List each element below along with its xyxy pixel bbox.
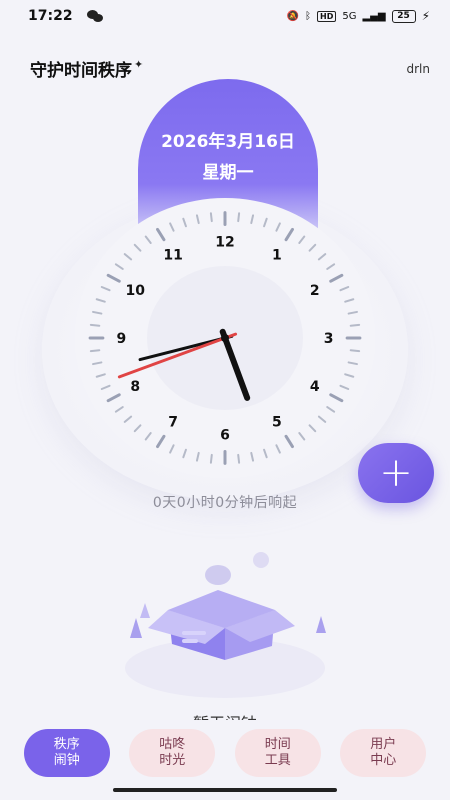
add-alarm-button[interactable]: + [358,443,434,503]
box-icon [125,552,326,698]
app-title: 守护时间秩序 ✦ [30,56,143,81]
battery-level: 25 [397,11,410,21]
clock-number: 6 [220,427,230,443]
mute-icon: 🔕 [286,10,300,22]
clock-minor-tick [209,212,213,223]
nav-time-moments[interactable]: 咕咚 时光 [129,729,216,777]
nav-time-tools[interactable]: 时间 工具 [234,729,321,777]
clock-minor-tick [349,323,361,327]
clock-number: 2 [310,283,320,299]
signal-icon: ▂▄▆ [362,10,386,22]
clock-number: 7 [168,414,178,430]
clock-minor-tick [349,349,361,353]
clock-number: 11 [163,248,182,264]
hd-icon: HD [317,10,337,22]
analog-clock: 12 1 2 3 4 5 6 7 8 9 10 11 [75,198,375,478]
wechat-notification-icon [86,9,103,23]
clock-minor-tick [237,212,241,223]
clock-number: 5 [272,414,282,430]
app-title-text: 守护时间秩序 [30,61,132,81]
sparkle-icon: ✦ [134,58,144,71]
current-date: 2026年3月16日 [161,132,295,152]
battery-icon: 25 [391,9,416,23]
user-name[interactable]: drln [407,62,431,76]
network-type: 5G [342,10,357,22]
nav-user-center[interactable]: 用户 中心 [340,729,427,777]
clock-number: 10 [125,283,145,299]
clock-number: 4 [310,379,320,395]
charging-icon: ⚡ [421,9,430,23]
bottom-nav: 秩序 闹钟 咕咚 时光 时间 工具 用户 中心 [0,720,450,786]
current-weekday: 星期一 [202,163,254,183]
clock-minor-tick [89,323,101,327]
home-indicator[interactable] [113,788,337,792]
clock-svg: 121234567891011 [75,198,375,478]
bluetooth-icon: ᛒ [305,10,312,22]
clock-minor-tick [209,453,213,464]
clock-minor-tick [237,453,241,464]
clock-center-pin [221,334,229,342]
empty-box-illustration [110,548,340,708]
clock-number: 8 [130,379,140,395]
status-bar: 17:22 🔕 ᛒ HD 5G ▂▄▆ 25 ⚡ [0,0,450,32]
add-icon: + [379,450,413,496]
clock-number: 3 [324,331,334,347]
clock-minor-tick [89,349,101,353]
status-icons: 🔕 ᛒ HD 5G ▂▄▆ 25 ⚡ [287,9,430,23]
clock-number: 12 [215,235,234,251]
clock-number: 9 [116,331,126,347]
status-time: 17:22 [28,8,73,24]
nav-alarm[interactable]: 秩序 闹钟 [23,729,110,777]
clock-number: 1 [272,248,282,264]
